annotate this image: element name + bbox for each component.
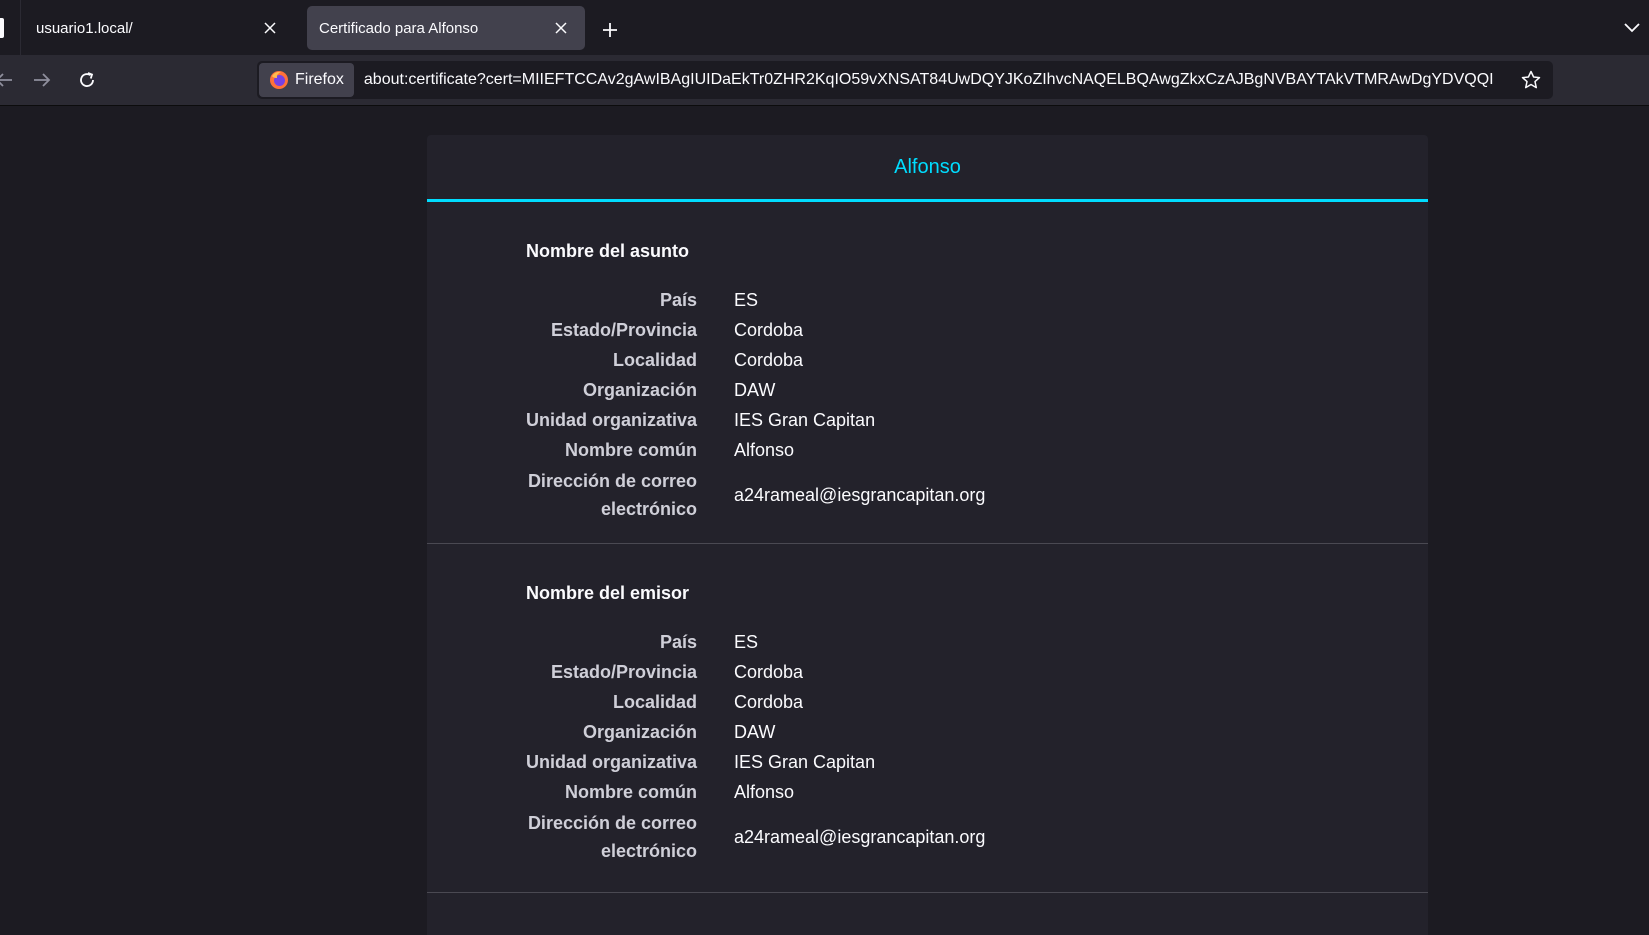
tab-strip: usuario1.local/ Certificado para Alfonso — [0, 0, 1649, 55]
row-label: Estado/Provincia — [550, 662, 697, 682]
close-icon[interactable] — [258, 16, 282, 40]
row-value: Cordoba — [734, 692, 804, 712]
row-value: IES Gran Capitan — [734, 410, 876, 430]
info-row: Localidad Cordoba — [427, 687, 1428, 717]
plus-icon — [603, 23, 617, 37]
info-row: Organización DAW — [427, 375, 1428, 405]
row-value: Alfonso — [734, 440, 795, 460]
back-arrow-icon — [0, 73, 12, 87]
row-value: IES Gran Capitan — [734, 752, 876, 772]
row-label: Unidad organizativa — [525, 752, 697, 772]
new-tab-button[interactable] — [594, 14, 626, 46]
url-bar[interactable]: Firefox about:certificate?cert=MIIEFTCCA… — [257, 61, 1553, 99]
row-label: Nombre común — [564, 782, 697, 802]
row-value: a24rameal@iesgrancapitan.org — [734, 827, 986, 847]
row-label: Localidad — [612, 692, 697, 712]
info-row: Estado/Provincia Cordoba — [427, 657, 1428, 687]
issuer-name-section: Nombre del emisor País ES Estado/Provinc… — [427, 544, 1428, 893]
row-value: Alfonso — [734, 782, 795, 802]
previous-tab-edge[interactable] — [0, 18, 4, 38]
info-row: Dirección de correo electrónico a24ramea… — [427, 807, 1428, 867]
info-row: Nombre común Alfonso — [427, 435, 1428, 465]
row-value: DAW — [734, 722, 776, 742]
row-value: Cordoba — [734, 662, 804, 682]
chevron-down-icon — [1624, 23, 1640, 33]
section-title: Nombre del asunto — [526, 241, 690, 261]
row-value: a24rameal@iesgrancapitan.org — [734, 485, 986, 505]
row-value: DAW — [734, 380, 776, 400]
row-value: Cordoba — [734, 320, 804, 340]
row-label: Nombre común — [564, 440, 697, 460]
info-row: Unidad organizativa IES Gran Capitan — [427, 747, 1428, 777]
tab-separator — [20, 0, 21, 55]
forward-arrow-icon — [34, 73, 51, 87]
forward-button[interactable] — [26, 64, 58, 96]
row-label: Dirección de correo electrónico — [527, 471, 697, 519]
row-label: País — [659, 632, 697, 652]
info-row: Nombre común Alfonso — [427, 777, 1428, 807]
row-label: Dirección de correo electrónico — [527, 813, 697, 861]
info-row: Dirección de correo electrónico a24ramea… — [427, 465, 1428, 525]
row-label: Unidad organizativa — [525, 410, 697, 430]
page-content: Alfonso Nombre del asunto País ES Estado… — [0, 106, 1649, 935]
row-label: Estado/Provincia — [550, 320, 697, 340]
url-text[interactable]: about:certificate?cert=MIIEFTCCAv2gAwIBA… — [364, 71, 1512, 89]
row-value: ES — [734, 632, 759, 652]
info-row: País ES — [427, 285, 1428, 315]
certificate-viewer: Alfonso Nombre del asunto País ES Estado… — [427, 135, 1428, 935]
bookmark-star-button[interactable] — [1515, 64, 1547, 96]
identity-box[interactable]: Firefox — [259, 63, 354, 97]
subject-name-section: Nombre del asunto País ES Estado/Provinc… — [427, 202, 1428, 544]
star-icon — [1521, 70, 1541, 89]
info-row: Estado/Provincia Cordoba — [427, 315, 1428, 345]
tab-title: Certificado para Alfonso — [319, 19, 479, 37]
reload-button[interactable] — [71, 64, 103, 96]
info-row: Unidad organizativa IES Gran Capitan — [427, 405, 1428, 435]
row-label: País — [659, 290, 697, 310]
certificate-tab-label: Alfonso — [894, 155, 961, 178]
reload-icon — [80, 72, 94, 87]
row-label: Localidad — [612, 350, 697, 370]
row-value: ES — [734, 290, 759, 310]
list-all-tabs-button[interactable] — [1618, 14, 1646, 42]
row-label: Organización — [582, 722, 697, 742]
info-row: Localidad Cordoba — [427, 345, 1428, 375]
row-value: Cordoba — [734, 350, 804, 370]
info-row: Organización DAW — [427, 717, 1428, 747]
certificate-tab-alfonso[interactable]: Alfonso — [427, 135, 1428, 202]
tab-certificate[interactable]: Certificado para Alfonso — [307, 6, 585, 50]
back-button[interactable] — [0, 64, 20, 96]
tab-usuario1[interactable]: usuario1.local/ — [24, 6, 294, 50]
firefox-logo-icon — [270, 71, 288, 89]
section-title: Nombre del emisor — [526, 583, 690, 603]
close-icon[interactable] — [549, 16, 573, 40]
navigation-toolbar: Firefox about:certificate?cert=MIIEFTCCA… — [0, 55, 1649, 106]
info-row: País ES — [427, 627, 1428, 657]
tab-title: usuario1.local/ — [36, 19, 133, 37]
identity-label: Firefox — [295, 71, 344, 88]
row-label: Organización — [582, 380, 697, 400]
